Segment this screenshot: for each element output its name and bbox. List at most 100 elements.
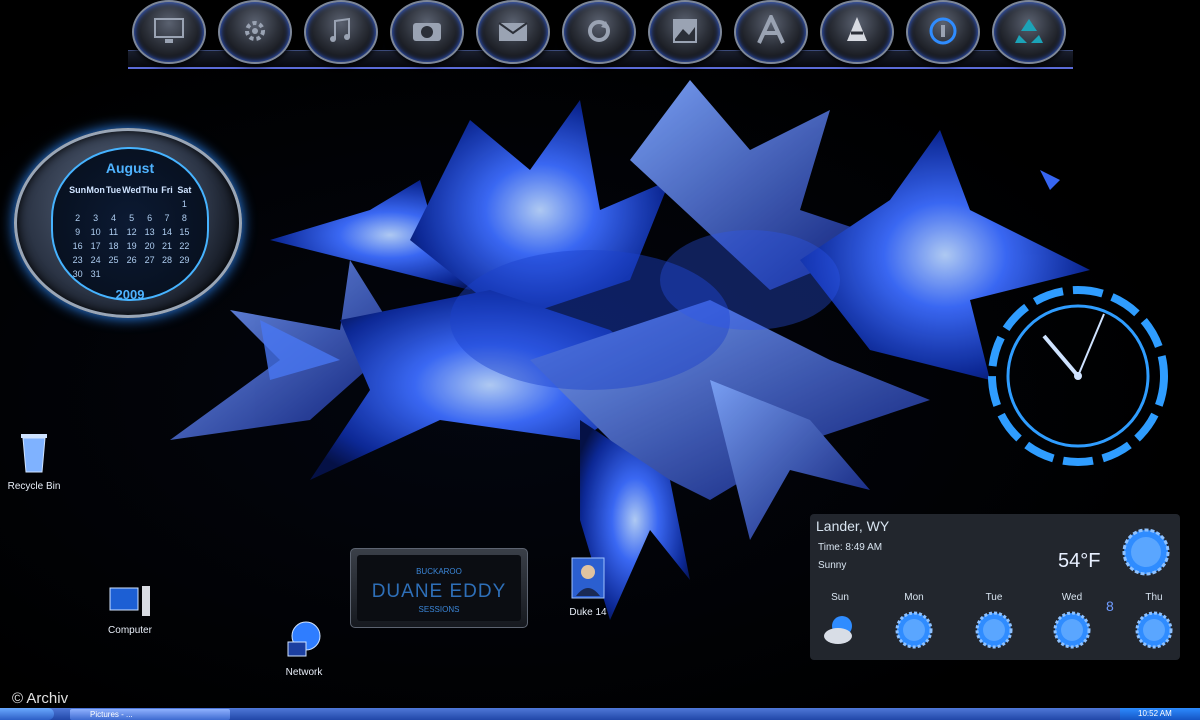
recycle-bin-icon <box>21 434 47 473</box>
clock-minute-hand <box>1077 313 1105 377</box>
calendar-day <box>105 269 122 279</box>
calendar-day[interactable]: 7 <box>158 213 175 223</box>
vlc-cone-icon[interactable] <box>820 0 894 64</box>
calendar-day[interactable]: 20 <box>141 241 158 251</box>
calendar-day[interactable]: 14 <box>158 227 175 237</box>
analog-clock-gadget[interactable] <box>986 284 1170 468</box>
nameplate-bottom-text: SESSIONS <box>418 605 460 614</box>
calendar-face: August Sun Mon Tue Wed Thu Fri Sat 1 2 3 4 5 6 7 8 9 10 1… <box>51 147 209 302</box>
refresh-icon[interactable] <box>562 0 636 64</box>
calendar-day <box>105 199 122 209</box>
forecast-day-label: Tue <box>985 592 1003 603</box>
calendar-day[interactable]: 21 <box>158 241 175 251</box>
calendar-day <box>141 199 158 209</box>
mail-icon[interactable] <box>476 0 550 64</box>
network-icon <box>287 621 321 657</box>
music-note-icon[interactable] <box>304 0 378 64</box>
calendar-day[interactable]: 30 <box>69 269 86 279</box>
calendar-day[interactable]: 11 <box>105 227 122 237</box>
camera-icon[interactable] <box>390 0 464 64</box>
forecast-day-label: Thu <box>1145 592 1163 603</box>
desktop-icon-label: Recycle Bin <box>7 481 61 492</box>
calendar-year: 2009 <box>115 287 145 302</box>
info-icon[interactable] <box>906 0 980 64</box>
start-button[interactable] <box>0 708 54 720</box>
nameplate-gadget[interactable]: BUCKAROO DUANE EDDY SESSIONS <box>350 548 528 628</box>
calendar-day[interactable]: 18 <box>105 241 122 251</box>
weather-city: Lander, WY <box>816 518 890 534</box>
calendar-day[interactable]: 12 <box>122 227 141 237</box>
calendar-day[interactable]: 26 <box>122 255 141 265</box>
forecast-day-label: Wed <box>1061 592 1083 603</box>
taskbar-clock[interactable]: 10:52 AM <box>1120 708 1200 720</box>
calendar-weekday: Fri <box>161 185 173 195</box>
calendar-day <box>122 199 141 209</box>
taskbar: Pictures - ... 10:52 AM <box>0 708 1200 720</box>
calendar-day[interactable]: 6 <box>141 213 158 223</box>
sun-icon <box>975 611 1013 649</box>
calendar-day[interactable]: 3 <box>86 213 105 223</box>
calendar-day[interactable]: 9 <box>69 227 86 237</box>
taskbar-item[interactable]: Pictures - ... <box>70 709 230 720</box>
gear-icon[interactable] <box>218 0 292 64</box>
calendar-day[interactable]: 22 <box>176 241 193 251</box>
partly-cloudy-icon <box>824 616 852 644</box>
calendar-day <box>158 269 175 279</box>
user-folder-icon <box>571 557 605 599</box>
calendar-day[interactable]: 29 <box>176 255 193 265</box>
weather-time: Time: 8:49 AM <box>818 542 883 553</box>
weather-extra: 8 <box>1106 598 1114 614</box>
forecast-day-label: Mon <box>904 592 924 603</box>
computer-icon <box>109 586 150 616</box>
weather-gadget[interactable]: Lander, WY Time: 8:49 AM Sunny 54°F 8 Su… <box>810 514 1180 660</box>
calendar-weekday: Tue <box>105 185 122 195</box>
calendar-day[interactable]: 15 <box>176 227 193 237</box>
calendar-day[interactable]: 28 <box>158 255 175 265</box>
desktop-icon-recycle-bin[interactable]: Recycle Bin <box>0 430 74 492</box>
desktop-icon-label: Computer <box>108 625 152 636</box>
calendar-day[interactable]: 31 <box>86 269 105 279</box>
sun-icon <box>1053 611 1091 649</box>
sun-icon <box>1122 528 1170 576</box>
calendar-day <box>122 269 141 279</box>
calendar-month: August <box>105 160 155 176</box>
calendar-day[interactable]: 24 <box>86 255 105 265</box>
calendar-gadget[interactable]: August Sun Mon Tue Wed Thu Fri Sat 1 2 3 4 5 6 7 8 9 10 1… <box>14 128 242 318</box>
desktop-icon-duke[interactable]: Duke 14 <box>548 556 628 618</box>
calendar-weekday: Mon <box>86 185 105 195</box>
sun-icon <box>895 611 933 649</box>
calendar-day <box>141 269 158 279</box>
weather-condition: Sunny <box>818 560 847 571</box>
calendar-day[interactable]: 5 <box>122 213 141 223</box>
desktop-icon-computer[interactable]: Computer <box>90 584 170 636</box>
calendar-day <box>86 199 105 209</box>
calendar-weekday: Sun <box>69 185 87 195</box>
calendar-weekday: Thu <box>141 185 158 195</box>
picture-icon[interactable] <box>648 0 722 64</box>
desktop-icon-label: Network <box>285 667 323 678</box>
calendar-day[interactable]: 16 <box>69 241 86 251</box>
monitor-icon[interactable] <box>132 0 206 64</box>
calendar-day[interactable]: 10 <box>86 227 105 237</box>
calendar-day[interactable]: 8 <box>176 213 193 223</box>
nameplate-name: DUANE EDDY <box>371 581 507 602</box>
weather-temperature: 54°F <box>1058 550 1101 572</box>
font-icon[interactable] <box>734 0 808 64</box>
calendar-day[interactable]: 27 <box>141 255 158 265</box>
desktop-icon-network[interactable]: Network <box>264 620 344 678</box>
calendar-day[interactable]: 1 <box>176 199 193 209</box>
clock-center <box>1074 372 1082 380</box>
calendar-day <box>158 199 175 209</box>
nameplate-top-text: BUCKAROO <box>416 567 462 576</box>
calendar-day[interactable]: 23 <box>69 255 86 265</box>
calendar-day[interactable]: 2 <box>69 213 86 223</box>
calendar-day[interactable]: 19 <box>122 241 141 251</box>
calendar-day[interactable]: 4 <box>105 213 122 223</box>
calendar-day <box>69 199 86 209</box>
calendar-grid: Sun Mon Tue Wed Thu Fri Sat 1 2 3 4 5 6 7 8 9 10 11 12 13 14… <box>69 185 193 279</box>
calendar-day[interactable]: 17 <box>86 241 105 251</box>
calendar-day[interactable]: 13 <box>141 227 158 237</box>
recycle-icon[interactable] <box>992 0 1066 64</box>
calendar-day[interactable]: 25 <box>105 255 122 265</box>
calendar-weekday: Wed <box>122 185 141 195</box>
